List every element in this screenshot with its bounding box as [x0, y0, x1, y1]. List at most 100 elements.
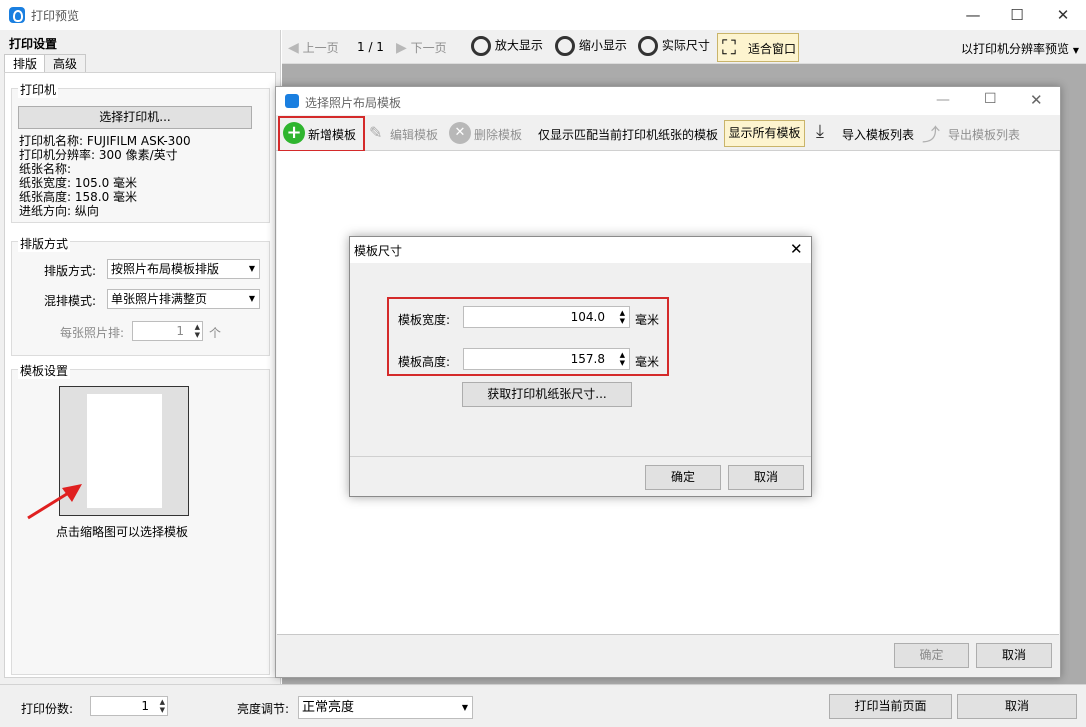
- actual-size-button[interactable]: 实际尺寸: [638, 36, 710, 56]
- spin-arrows-icon: ▲ ▼: [619, 309, 625, 325]
- brightness-label: 亮度调节:: [237, 702, 290, 716]
- layout-dialog-ok-button[interactable]: 确定: [894, 643, 969, 668]
- next-page-button[interactable]: ▶ 下一页: [396, 39, 447, 56]
- paper-width: 纸张宽度: 105.0 毫米: [19, 176, 138, 190]
- right-arrow-icon: ▶: [396, 40, 407, 56]
- copies-spinner[interactable]: 1 ▲ ▼: [90, 696, 168, 716]
- template-size-dialog: 模板尺寸 ✕ 模板宽度: 104.0 ▲ ▼ 毫米 模板高度: 157.8 ▲ ▼ …: [349, 236, 812, 497]
- size-dialog-close-button[interactable]: ✕: [790, 240, 803, 258]
- get-paper-size-button[interactable]: 获取打印机纸张尺寸...: [462, 382, 632, 407]
- template-height-unit: 毫米: [635, 355, 660, 369]
- layout-mode-label: 排版方式:: [44, 264, 97, 278]
- layout-dialog-title: 选择照片布局模板: [305, 96, 402, 110]
- print-settings-heading: 打印设置: [9, 37, 58, 51]
- per-photo-value: 1: [176, 324, 184, 338]
- spin-arrows-icon: ▲ ▼: [619, 351, 625, 367]
- select-printer-button[interactable]: 选择打印机...: [18, 106, 252, 129]
- per-photo-label: 每张照片排:: [60, 326, 125, 340]
- plus-icon: +: [283, 122, 305, 144]
- zoom-in-button[interactable]: 放大显示: [471, 36, 543, 56]
- prev-page-button[interactable]: ◀ 上一页: [288, 39, 339, 56]
- mix-mode-label: 混排模式:: [44, 294, 97, 308]
- template-page-preview: [87, 394, 162, 508]
- prev-page-label: 上一页: [302, 41, 339, 55]
- dropdown-arrow-icon: ▼: [461, 703, 468, 712]
- template-hint: 点击缩略图可以选择模板: [56, 525, 189, 539]
- template-width-value: 104.0: [570, 310, 605, 324]
- printer-group-title: 打印机: [18, 81, 59, 98]
- close-button[interactable]: ✕: [1040, 0, 1086, 30]
- spin-arrows-icon: ▲ ▼: [159, 698, 165, 714]
- zoom-out-label: 缩小显示: [578, 38, 627, 53]
- dropdown-arrow-icon: ▼: [248, 264, 255, 273]
- tab-layout[interactable]: 排版: [4, 54, 47, 73]
- main-titlebar: 打印预览 — ☐ ✕: [0, 0, 1086, 30]
- import-icon: ⤓: [816, 121, 824, 142]
- pencil-icon: ✎: [369, 123, 383, 142]
- print-current-page-button[interactable]: 打印当前页面: [829, 694, 952, 719]
- layout-dialog-minimize-button[interactable]: —: [936, 92, 950, 108]
- zoom-in-icon: [471, 36, 491, 56]
- main-cancel-button[interactable]: 取消: [957, 694, 1077, 719]
- template-width-unit: 毫米: [635, 313, 660, 327]
- delete-template-button[interactable]: 删除模板: [474, 126, 522, 143]
- magnifier-icon: [638, 36, 658, 56]
- dropdown-arrow-icon: ▼: [1072, 46, 1079, 55]
- size-dialog-title: 模板尺寸: [354, 244, 403, 258]
- layout-mode-value: 按照片布局模板排版: [111, 262, 220, 276]
- feed-direction: 进纸方向: 纵向: [19, 204, 99, 218]
- red-arrow-icon: [27, 484, 82, 520]
- zoom-out-icon: [555, 36, 575, 56]
- dropdown-arrow-icon: ▼: [248, 294, 255, 303]
- fit-window-icon: ⛶: [722, 35, 736, 59]
- mix-mode-select[interactable]: 单张照片排满整页 ▼: [107, 289, 260, 309]
- size-dialog-titlebar: 模板尺寸 ✕: [350, 237, 811, 263]
- template-width-input[interactable]: 104.0 ▲ ▼: [463, 306, 630, 328]
- brightness-value: 正常亮度: [302, 700, 355, 715]
- new-template-button[interactable]: 新增模板: [308, 126, 356, 143]
- template-height-input[interactable]: 157.8 ▲ ▼: [463, 348, 630, 370]
- actual-size-label: 实际尺寸: [661, 38, 710, 53]
- brightness-select[interactable]: 正常亮度 ▼: [298, 696, 473, 719]
- export-template-list-button[interactable]: 导出模板列表: [948, 126, 1020, 143]
- edit-template-button[interactable]: 编辑模板: [390, 126, 438, 143]
- import-template-list-button[interactable]: 导入模板列表: [842, 126, 914, 143]
- zoom-in-label: 放大显示: [494, 38, 543, 53]
- size-dialog-cancel-button[interactable]: 取消: [728, 465, 804, 490]
- template-width-label: 模板宽度:: [398, 313, 451, 327]
- minimize-button[interactable]: —: [950, 0, 996, 30]
- layout-dialog-titlebar: 选择照片布局模板 — ☐ ✕: [276, 87, 1060, 115]
- window-title: 打印预览: [31, 9, 80, 23]
- layout-dialog-maximize-button[interactable]: ☐: [984, 91, 997, 107]
- fit-window-button[interactable]: ⛶ 适合窗口: [717, 33, 799, 62]
- resolution-preview-dropdown[interactable]: 以打印机分辨率预览 ▼: [961, 40, 1079, 57]
- fit-window-label: 适合窗口: [748, 42, 797, 56]
- next-page-label: 下一页: [410, 41, 447, 55]
- dialog-divider: [350, 456, 811, 457]
- left-arrow-icon: ◀: [288, 40, 299, 56]
- layout-dialog-cancel-button[interactable]: 取消: [976, 643, 1052, 668]
- template-height-value: 157.8: [570, 352, 605, 366]
- copies-value: 1: [141, 699, 149, 713]
- copies-label: 打印份数:: [21, 702, 74, 716]
- app-icon: [9, 7, 25, 23]
- match-printer-filter-button[interactable]: 仅显示匹配当前打印机纸张的模板: [538, 126, 718, 143]
- per-photo-spinner[interactable]: 1 ▲ ▼: [132, 321, 203, 341]
- paper-name: 纸张名称:: [19, 162, 72, 176]
- layout-mode-select[interactable]: 按照片布局模板排版 ▼: [107, 259, 260, 279]
- layout-group-title: 排版方式: [18, 235, 71, 252]
- template-group-title: 模板设置: [18, 362, 71, 379]
- spin-arrows-icon: ▲ ▼: [194, 323, 200, 339]
- maximize-button[interactable]: ☐: [994, 0, 1040, 30]
- resolution-preview-label: 以打印机分辨率预览: [961, 42, 1070, 56]
- tab-advanced[interactable]: 高级: [44, 54, 87, 73]
- per-photo-unit: 个: [209, 326, 222, 340]
- app-icon: [285, 94, 299, 108]
- show-all-templates-button[interactable]: 显示所有模板: [724, 120, 805, 147]
- mix-mode-value: 单张照片排满整页: [111, 292, 208, 306]
- zoom-out-button[interactable]: 缩小显示: [555, 36, 627, 56]
- size-dialog-ok-button[interactable]: 确定: [645, 465, 721, 490]
- template-height-label: 模板高度:: [398, 355, 451, 369]
- layout-dialog-close-button[interactable]: ✕: [1030, 91, 1043, 109]
- printer-resolution: 打印机分辨率: 300 像素/英寸: [19, 148, 178, 162]
